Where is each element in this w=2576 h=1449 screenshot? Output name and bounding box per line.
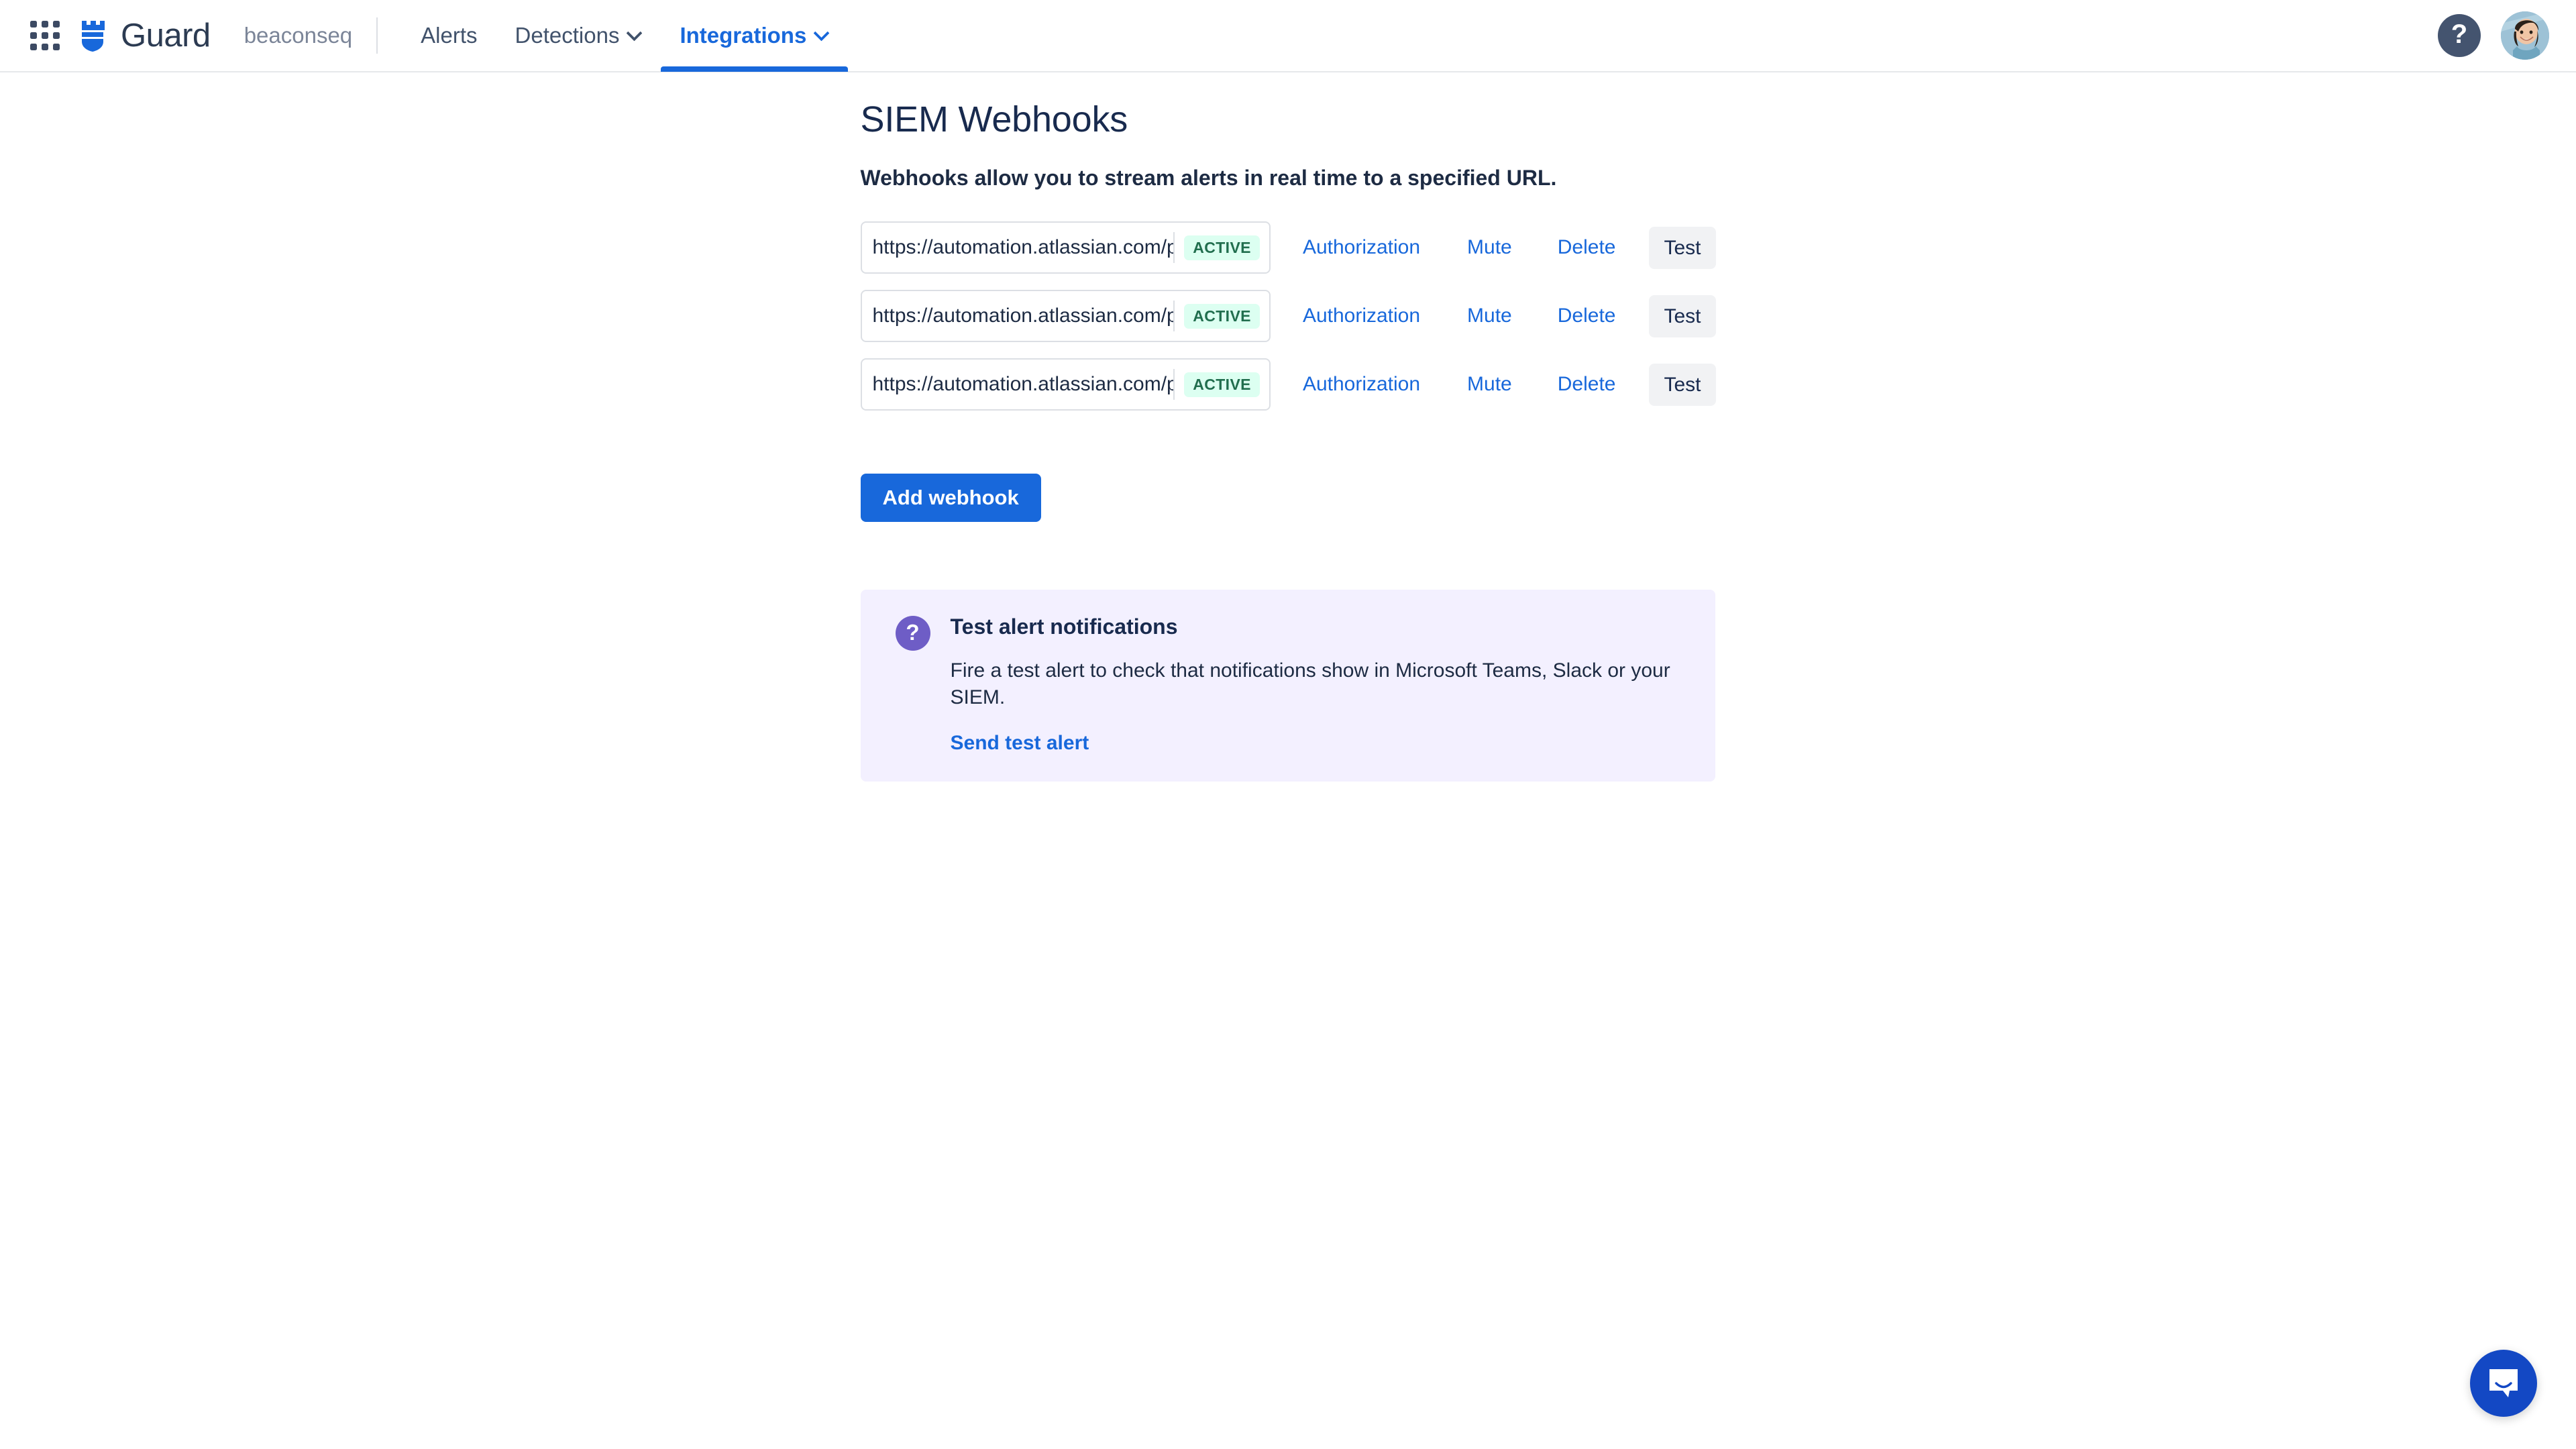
authorization-link[interactable]: Authorization	[1303, 305, 1420, 327]
nav-item-alerts[interactable]: Alerts	[402, 0, 496, 72]
tenant-name[interactable]: beaconseq	[244, 23, 352, 48]
webhook-url-value: https://automation.atlassian.com/pro	[872, 305, 1174, 327]
chevron-down-icon	[814, 26, 829, 41]
delete-link[interactable]: Delete	[1558, 236, 1616, 259]
nav-left-group: Guard beaconseq Alerts Detections Integr…	[19, 0, 849, 72]
help-question-icon[interactable]: ?	[2438, 14, 2481, 57]
page-container: SIEM Webhooks Webhooks allow you to stre…	[0, 72, 2576, 782]
nav-right-group: ?	[2438, 11, 2549, 60]
question-circle-icon: ?	[895, 616, 930, 651]
nav-item-detections[interactable]: Detections	[496, 0, 661, 72]
intercom-chat-bubble-icon[interactable]	[2470, 1350, 2537, 1417]
nav-item-label: Alerts	[421, 23, 478, 48]
brand-home-link[interactable]: Guard	[80, 19, 216, 52]
webhook-url-input[interactable]: https://automation.atlassian.com/pro ACT…	[860, 290, 1271, 343]
status-badge: ACTIVE	[1184, 235, 1260, 260]
info-panel-text: Fire a test alert to check that notifica…	[950, 659, 1670, 709]
test-alert-info-panel: ? Test alert notifications Fire a test a…	[860, 590, 1715, 782]
webhook-url-input[interactable]: https://automation.atlassian.com/pro ACT…	[860, 221, 1271, 274]
info-panel-title: Test alert notifications	[950, 614, 1178, 639]
app-switcher-grid-icon	[30, 21, 60, 50]
top-navigation-bar: Guard beaconseq Alerts Detections Integr…	[0, 0, 2576, 72]
status-badge: ACTIVE	[1184, 303, 1260, 329]
status-badge-wrap: ACTIVE	[1175, 303, 1269, 329]
user-avatar[interactable]	[2501, 11, 2549, 60]
nav-item-label: Integrations	[680, 23, 807, 48]
nav-item-label: Detections	[515, 23, 620, 48]
nav-item-integrations[interactable]: Integrations	[661, 0, 849, 72]
nav-divider	[376, 17, 378, 54]
info-panel-body: Test alert notifications Fire a test ale…	[951, 614, 1690, 754]
status-badge: ACTIVE	[1184, 372, 1260, 397]
test-button[interactable]: Test	[1649, 226, 1716, 269]
app-switcher-button[interactable]	[19, 9, 71, 62]
content-column: SIEM Webhooks Webhooks allow you to stre…	[860, 98, 1716, 782]
nav-items: Alerts Detections Integrations	[402, 0, 849, 72]
page-title: SIEM Webhooks	[860, 99, 1128, 140]
test-button[interactable]: Test	[1649, 363, 1716, 406]
question-glyph: ?	[906, 619, 920, 645]
page-subtitle: Webhooks allow you to stream alerts in r…	[860, 165, 1557, 190]
mute-link[interactable]: Mute	[1467, 373, 1512, 396]
status-badge-wrap: ACTIVE	[1175, 372, 1269, 397]
brand-name: Guard	[121, 17, 211, 54]
mute-link[interactable]: Mute	[1467, 236, 1512, 259]
chevron-down-icon	[627, 26, 642, 41]
authorization-link[interactable]: Authorization	[1303, 373, 1420, 396]
webhook-row: https://automation.atlassian.com/pro ACT…	[860, 221, 1716, 274]
add-webhook-button[interactable]: Add webhook	[860, 474, 1041, 523]
guard-shield-logo-icon	[80, 19, 111, 52]
test-button[interactable]: Test	[1649, 294, 1716, 337]
delete-link[interactable]: Delete	[1558, 373, 1616, 396]
status-badge-wrap: ACTIVE	[1175, 235, 1269, 260]
webhook-url-input[interactable]: https://automation.atlassian.com/pro ACT…	[860, 358, 1271, 411]
send-test-alert-link[interactable]: Send test alert	[951, 732, 1089, 755]
delete-link[interactable]: Delete	[1558, 305, 1616, 327]
webhook-row: https://automation.atlassian.com/pro ACT…	[860, 358, 1716, 411]
mute-link[interactable]: Mute	[1467, 305, 1512, 327]
help-glyph: ?	[2451, 19, 2468, 49]
webhook-row: https://automation.atlassian.com/pro ACT…	[860, 290, 1716, 343]
authorization-link[interactable]: Authorization	[1303, 236, 1420, 259]
webhook-list: https://automation.atlassian.com/pro ACT…	[860, 221, 1716, 411]
webhook-url-value: https://automation.atlassian.com/pro	[872, 373, 1174, 396]
webhook-url-value: https://automation.atlassian.com/pro	[872, 236, 1174, 259]
